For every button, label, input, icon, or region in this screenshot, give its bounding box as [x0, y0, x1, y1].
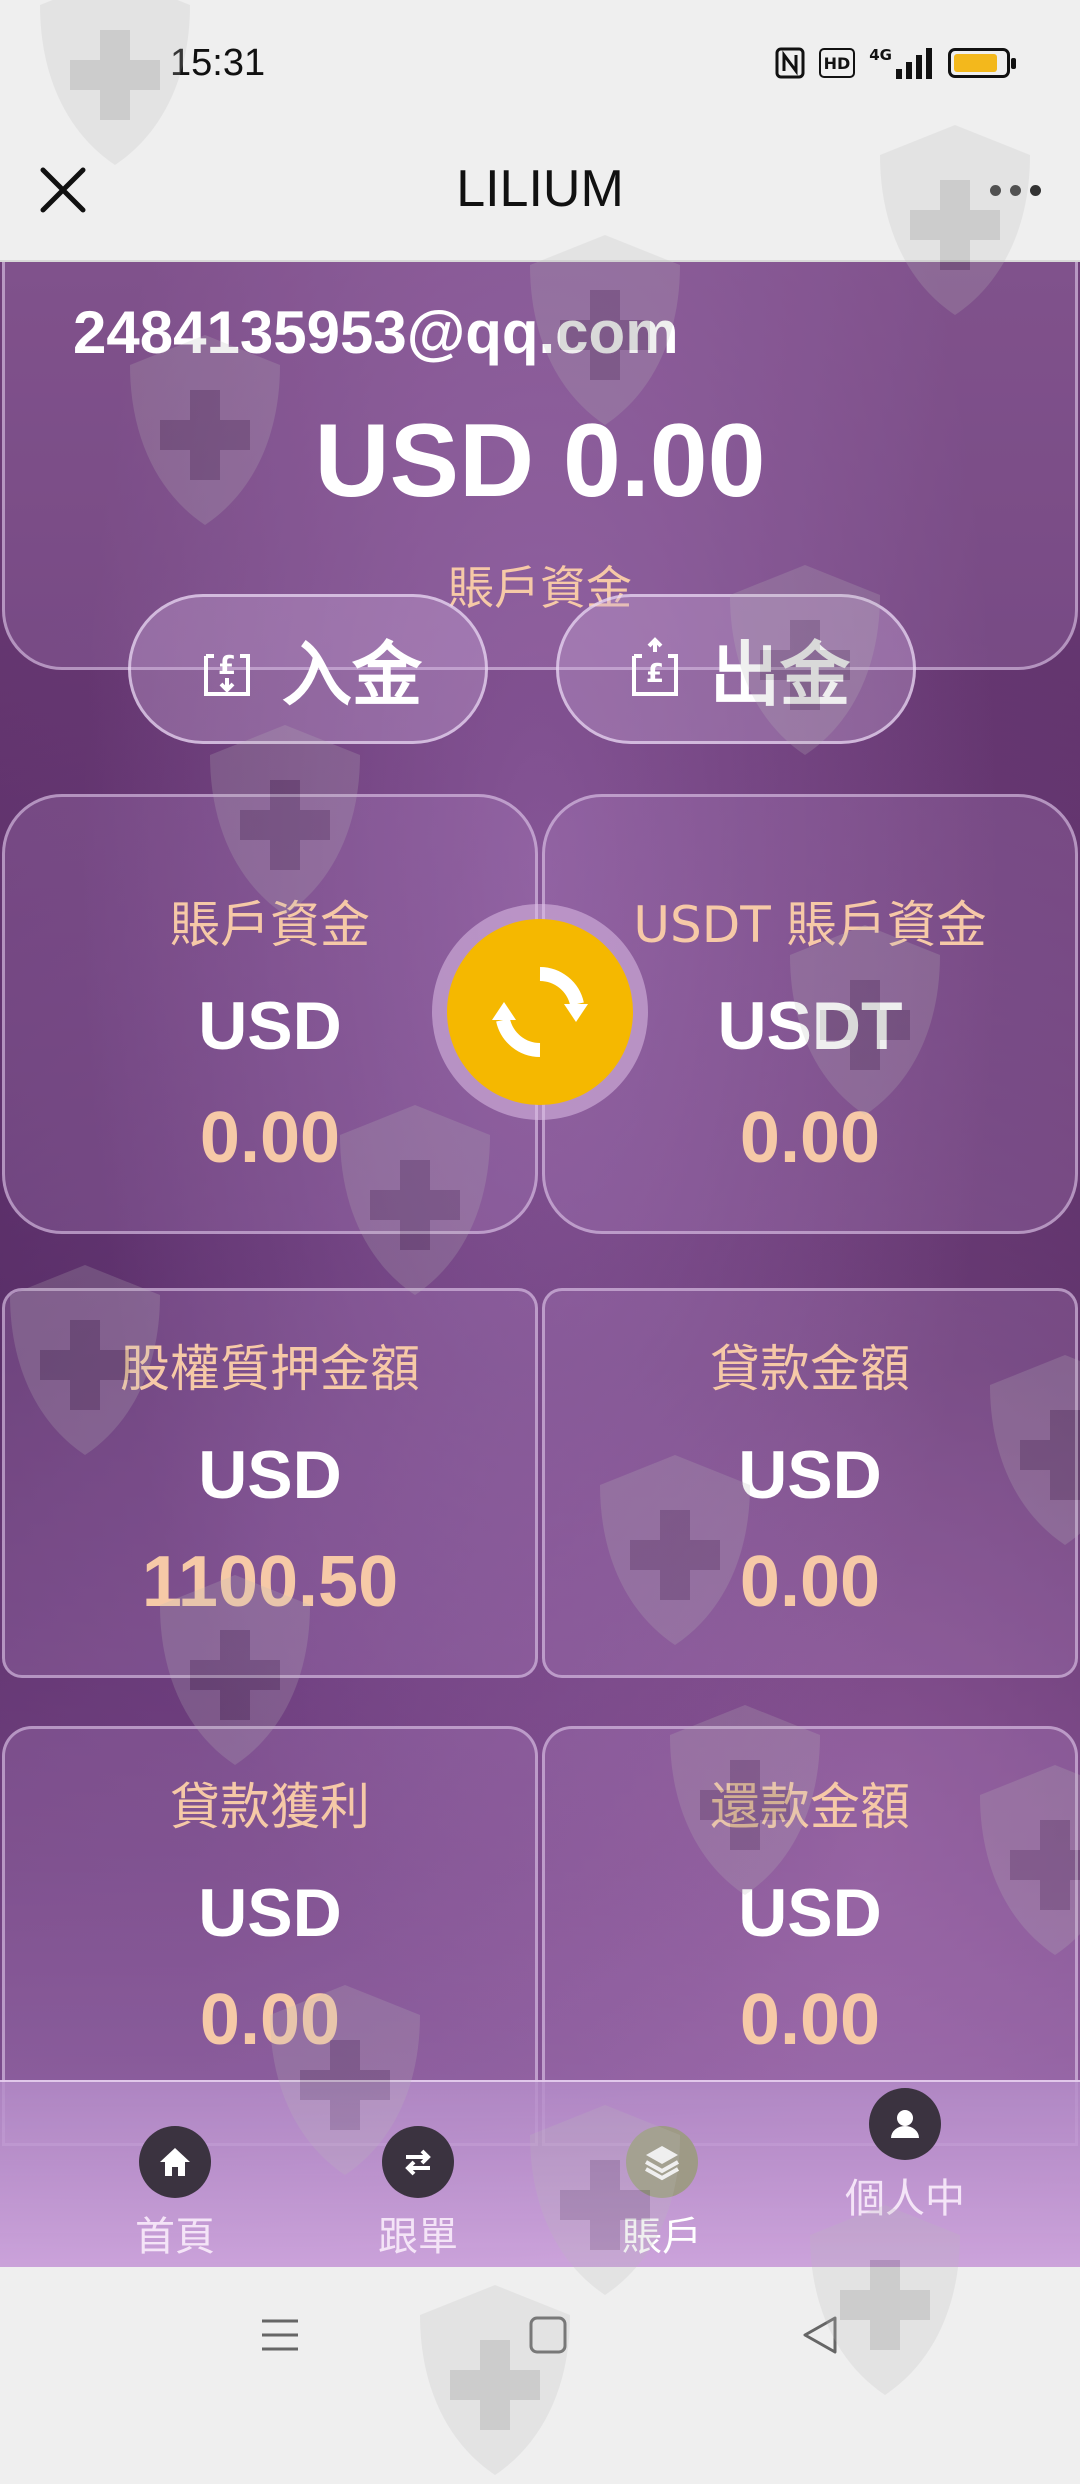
withdraw-icon: £: [632, 637, 678, 696]
svg-text:£: £: [218, 651, 236, 681]
card-title: 股權質押金額: [120, 1340, 420, 1398]
card-currency: USD: [738, 1437, 882, 1513]
deposit-icon: £: [204, 651, 250, 696]
equity-pledge-card[interactable]: 股權質押金額 USD 1100.50: [2, 1288, 538, 1678]
card-currency: USD: [198, 1437, 342, 1513]
page-title: LILIUM: [456, 160, 624, 218]
more-options-button[interactable]: [980, 165, 1050, 215]
withdraw-label: 出金: [710, 633, 850, 716]
nav-account[interactable]: 賬戶: [562, 2082, 762, 2267]
back-button[interactable]: [790, 2305, 850, 2365]
home-button[interactable]: [518, 2305, 578, 2365]
card-title: 貸款獲利: [170, 1778, 370, 1836]
nav-label: 賬戶: [622, 2214, 702, 2260]
card-value: 1100.50: [141, 1542, 399, 1622]
swap-circle: [447, 919, 633, 1105]
nav-label: 首頁: [135, 2214, 215, 2260]
home-icon: [139, 2126, 211, 2198]
system-nav-bar: [0, 2267, 1080, 2400]
nav-copy-trade[interactable]: 跟單: [318, 2082, 518, 2267]
more-dot: [989, 184, 1001, 196]
signal-icon: 4G: [869, 46, 934, 80]
nav-label: 個人中: [845, 2176, 965, 2222]
currency-swap-button[interactable]: [432, 904, 648, 1120]
user-icon: [869, 2088, 941, 2160]
swap-icon: [382, 2126, 454, 2198]
withdraw-button[interactable]: £ 出金: [556, 594, 916, 744]
status-bar: 15:31 HD 4G: [0, 0, 1080, 135]
square-icon: [529, 2316, 567, 2354]
account-email: 2484135953@qq.com: [73, 299, 679, 366]
status-icons: HD 4G: [775, 46, 1016, 80]
card-title: 還款金額: [710, 1778, 910, 1836]
battery-icon: [948, 48, 1016, 78]
nfc-icon: [775, 46, 805, 80]
account-total: USD 0.00: [314, 403, 766, 519]
back-triangle-icon: [803, 2316, 837, 2354]
battery-level: [954, 54, 997, 72]
app-bar: LILIUM: [0, 135, 1080, 262]
hd-icon: HD: [818, 48, 856, 78]
nav-home[interactable]: 首頁: [75, 2082, 275, 2267]
more-dot: [1029, 184, 1041, 196]
card-currency: USD: [738, 1875, 882, 1951]
account-content: 2484135953@qq.com USD 0.00 賬戶資金 £ 入金 £ 出…: [0, 262, 1080, 2267]
card-value: 0.00: [739, 1980, 881, 2060]
card-value: 0.00: [739, 1542, 881, 1622]
more-dot: [1009, 184, 1021, 196]
bottom-nav: 首頁 跟單 賬戶 個人中: [0, 2080, 1080, 2267]
card-value: 0.00: [199, 1098, 341, 1178]
status-time: 15:31: [170, 42, 266, 84]
deposit-label: 入金: [282, 633, 422, 716]
layers-icon: [626, 2126, 698, 2198]
nav-label: 跟單: [378, 2214, 458, 2260]
deposit-button[interactable]: £ 入金: [128, 594, 488, 744]
menu-button[interactable]: [250, 2305, 310, 2365]
card-value: 0.00: [739, 1098, 881, 1178]
card-value: 0.00: [199, 1980, 341, 2060]
loan-amount-card[interactable]: 貸款金額 USD 0.00: [542, 1288, 1078, 1678]
network-type-label: 4G: [869, 46, 892, 64]
card-title: 貸款金額: [710, 1340, 910, 1398]
svg-text:£: £: [646, 659, 664, 689]
card-currency: USD: [198, 1875, 342, 1951]
nav-profile[interactable]: 個人中: [805, 2082, 1005, 2267]
refresh-icon: [492, 967, 588, 1057]
menu-icon: [262, 2319, 298, 2351]
